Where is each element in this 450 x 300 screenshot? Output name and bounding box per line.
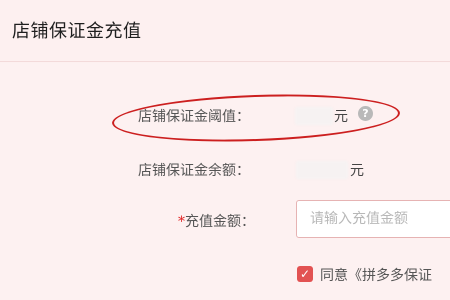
balance-unit: 元 [350,163,364,179]
page-title: 店铺保证金充值 [12,21,142,42]
amount-label: 充值金额： [185,214,255,230]
balance-label: 店铺保证金余额： [138,163,250,179]
balance-value-redacted [296,161,348,179]
agreement-link[interactable]: 《拼多多保证 [348,268,432,284]
agree-prefix: 同意 [320,268,348,284]
agree-text: 同意《拼多多保证 [320,265,432,285]
amount-label-wrapper: *充值金额： [178,211,255,231]
required-mark: * [178,214,185,230]
agree-checkbox[interactable]: ✓ [297,266,313,282]
amount-input[interactable] [296,200,450,238]
page-header: 店铺保证金充值 [0,0,450,62]
